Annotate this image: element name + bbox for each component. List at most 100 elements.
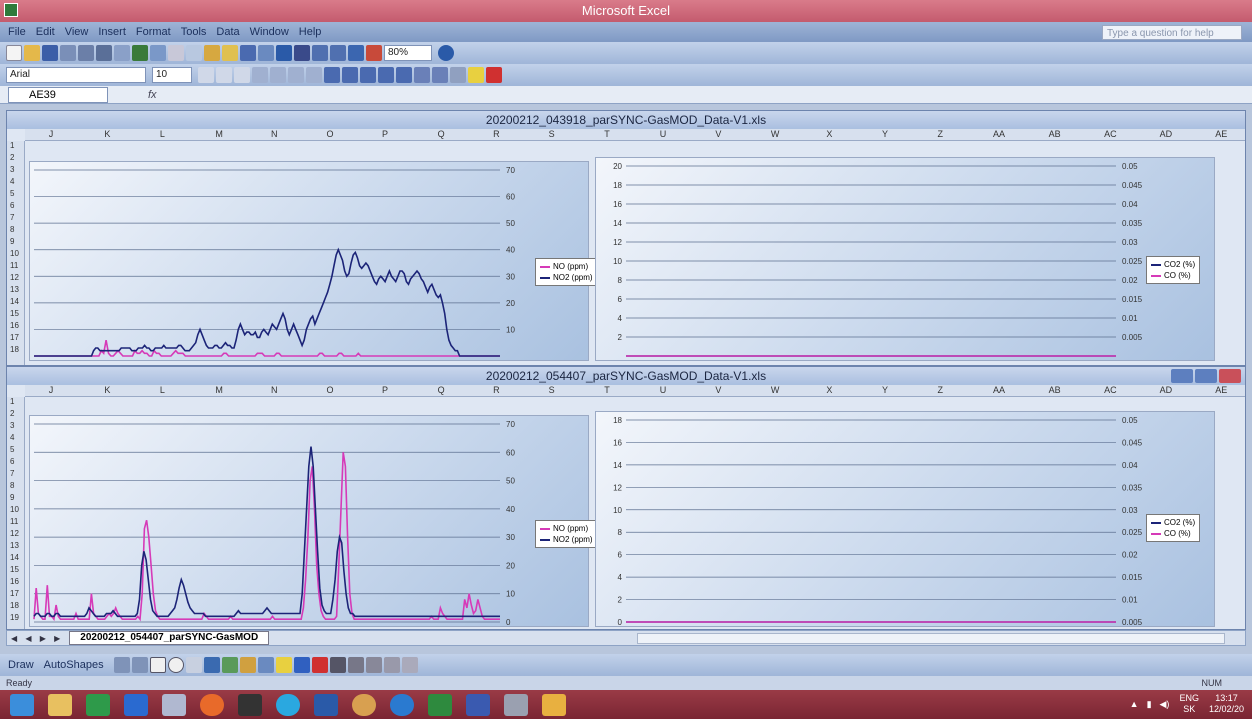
row-header-4[interactable]: 4 <box>10 433 14 442</box>
print-preview-icon[interactable] <box>114 45 130 61</box>
column-header-q[interactable]: Q <box>438 129 445 139</box>
paste-icon[interactable] <box>204 45 220 61</box>
wordart-icon[interactable] <box>203 657 220 673</box>
language-indicator[interactable]: ENG SK <box>1179 693 1199 715</box>
help-search-input[interactable]: Type a question for help <box>1102 25 1242 40</box>
column-header-p[interactable]: P <box>382 129 388 139</box>
redo-icon[interactable] <box>258 45 274 61</box>
row-header-11[interactable]: 11 <box>10 261 18 270</box>
column-header-ab[interactable]: AB <box>1049 385 1061 395</box>
draw-menu-button[interactable]: Draw <box>8 659 34 671</box>
font-size-select[interactable]: 10 <box>152 67 192 83</box>
open-icon[interactable] <box>24 45 40 61</box>
italic-icon[interactable] <box>216 67 232 83</box>
column-header-t[interactable]: T <box>604 385 610 395</box>
row-header-13[interactable]: 13 <box>10 541 19 550</box>
menu-data[interactable]: Data <box>216 26 239 38</box>
row-header-5[interactable]: 5 <box>10 189 14 198</box>
fx-icon[interactable]: fx <box>148 89 157 101</box>
paint-palette-icon[interactable] <box>352 693 376 716</box>
shadow-icon[interactable] <box>383 657 400 673</box>
co2-co-chart-2[interactable]: 18 16 14 12 10 8 6 4 2 0 0.05 0.045 0.04 0.035 0.03 0.0… <box>595 411 1215 627</box>
sheet-tab[interactable]: 20200212_054407_parSYNC-GasMOD <box>69 631 270 645</box>
column-header-aa[interactable]: AA <box>993 129 1005 139</box>
co2-co-chart-1[interactable]: 20 18 16 14 12 10 8 6 4 2 0.05 0.045 0.04 0.035 0.03 0.… <box>595 157 1215 361</box>
row-header-1[interactable]: 1 <box>10 397 14 406</box>
row-header-14[interactable]: 14 <box>10 297 19 306</box>
row-header-19[interactable]: 19 <box>10 613 19 622</box>
column-header-v[interactable]: V <box>715 385 721 395</box>
notes-icon[interactable] <box>542 693 566 716</box>
arrow-style-icon[interactable] <box>365 657 382 673</box>
row-header-17[interactable]: 17 <box>10 333 19 342</box>
row-header-8[interactable]: 8 <box>10 481 14 490</box>
row-header-9[interactable]: 9 <box>10 237 14 246</box>
font-color-icon[interactable] <box>311 657 328 673</box>
column-header-u[interactable]: U <box>660 129 667 139</box>
word-icon[interactable] <box>314 693 338 716</box>
column-header-z[interactable]: Z <box>938 385 944 395</box>
zoom-select[interactable]: 80% <box>384 45 432 61</box>
align-right-icon[interactable] <box>288 67 304 83</box>
row-header-18[interactable]: 18 <box>10 345 19 354</box>
row-header-7[interactable]: 7 <box>10 469 14 478</box>
row-header-3[interactable]: 3 <box>10 165 14 174</box>
column-header-n[interactable]: N <box>271 385 278 395</box>
no-no2-chart-2[interactable]: 70 60 50 40 30 20 10 0 NO (ppm) NO2 (ppm) <box>29 415 598 627</box>
dash-style-icon[interactable] <box>347 657 364 673</box>
format-painter-icon[interactable] <box>222 45 238 61</box>
menu-tools[interactable]: Tools <box>181 26 207 38</box>
name-box[interactable]: AE39 <box>8 86 108 103</box>
row-header-4[interactable]: 4 <box>10 177 14 186</box>
column-header-y[interactable]: Y <box>882 385 888 395</box>
column-header-y[interactable]: Y <box>882 129 888 139</box>
column-header-j[interactable]: J <box>49 129 54 139</box>
cut-icon[interactable] <box>168 45 184 61</box>
picture-icon[interactable] <box>257 657 274 673</box>
battery-icon[interactable]: ▮ <box>1147 699 1152 710</box>
row-header-11[interactable]: 11 <box>10 517 18 526</box>
undo-icon[interactable] <box>240 45 256 61</box>
fill-color-icon[interactable] <box>468 67 484 83</box>
horizontal-scrollbar[interactable] <box>637 633 1225 644</box>
column-header-r[interactable]: R <box>493 129 500 139</box>
column-header-ac[interactable]: AC <box>1104 129 1117 139</box>
row-header-8[interactable]: 8 <box>10 225 14 234</box>
app-window-icon[interactable] <box>466 693 490 716</box>
spelling-icon[interactable] <box>132 45 148 61</box>
clipart-icon[interactable] <box>239 657 256 673</box>
row-header-13[interactable]: 13 <box>10 285 19 294</box>
row-header-5[interactable]: 5 <box>10 445 14 454</box>
column-header-aa[interactable]: AA <box>993 385 1005 395</box>
row-header-16[interactable]: 16 <box>10 321 19 330</box>
percent-icon[interactable] <box>342 67 358 83</box>
column-header-ac[interactable]: AC <box>1104 385 1117 395</box>
menu-window[interactable]: Window <box>250 26 289 38</box>
line-style-icon[interactable] <box>329 657 346 673</box>
column-header-v[interactable]: V <box>715 129 721 139</box>
sheet-nav-arrows-icon[interactable]: ◀ ◀ ▶ ▶ <box>11 634 63 643</box>
menu-file[interactable]: File <box>8 26 26 38</box>
column-header-k[interactable]: K <box>104 129 110 139</box>
calculator-icon[interactable] <box>124 693 148 716</box>
hyperlink-icon[interactable] <box>276 45 292 61</box>
paint-icon[interactable] <box>162 693 186 716</box>
excel-taskbar-icon[interactable] <box>428 693 452 716</box>
browser-icon[interactable] <box>390 693 414 716</box>
bold-icon[interactable] <box>198 67 214 83</box>
row-header-7[interactable]: 7 <box>10 213 14 222</box>
diagram-icon[interactable] <box>221 657 238 673</box>
column-header-q[interactable]: Q <box>438 385 445 395</box>
row-header-15[interactable]: 15 <box>10 309 19 318</box>
column-header-s[interactable]: S <box>549 385 555 395</box>
row-header-6[interactable]: 6 <box>10 457 14 466</box>
row-header-16[interactable]: 16 <box>10 577 19 586</box>
new-icon[interactable] <box>6 45 22 61</box>
7zip-icon[interactable] <box>238 693 262 716</box>
column-header-ab[interactable]: AB <box>1049 129 1061 139</box>
column-header-r[interactable]: R <box>493 385 500 395</box>
clock[interactable]: 13:17 12/02/20 <box>1209 693 1244 715</box>
windows-start-icon[interactable] <box>10 693 34 716</box>
increase-decimal-icon[interactable] <box>378 67 394 83</box>
drawing-icon[interactable] <box>366 45 382 61</box>
